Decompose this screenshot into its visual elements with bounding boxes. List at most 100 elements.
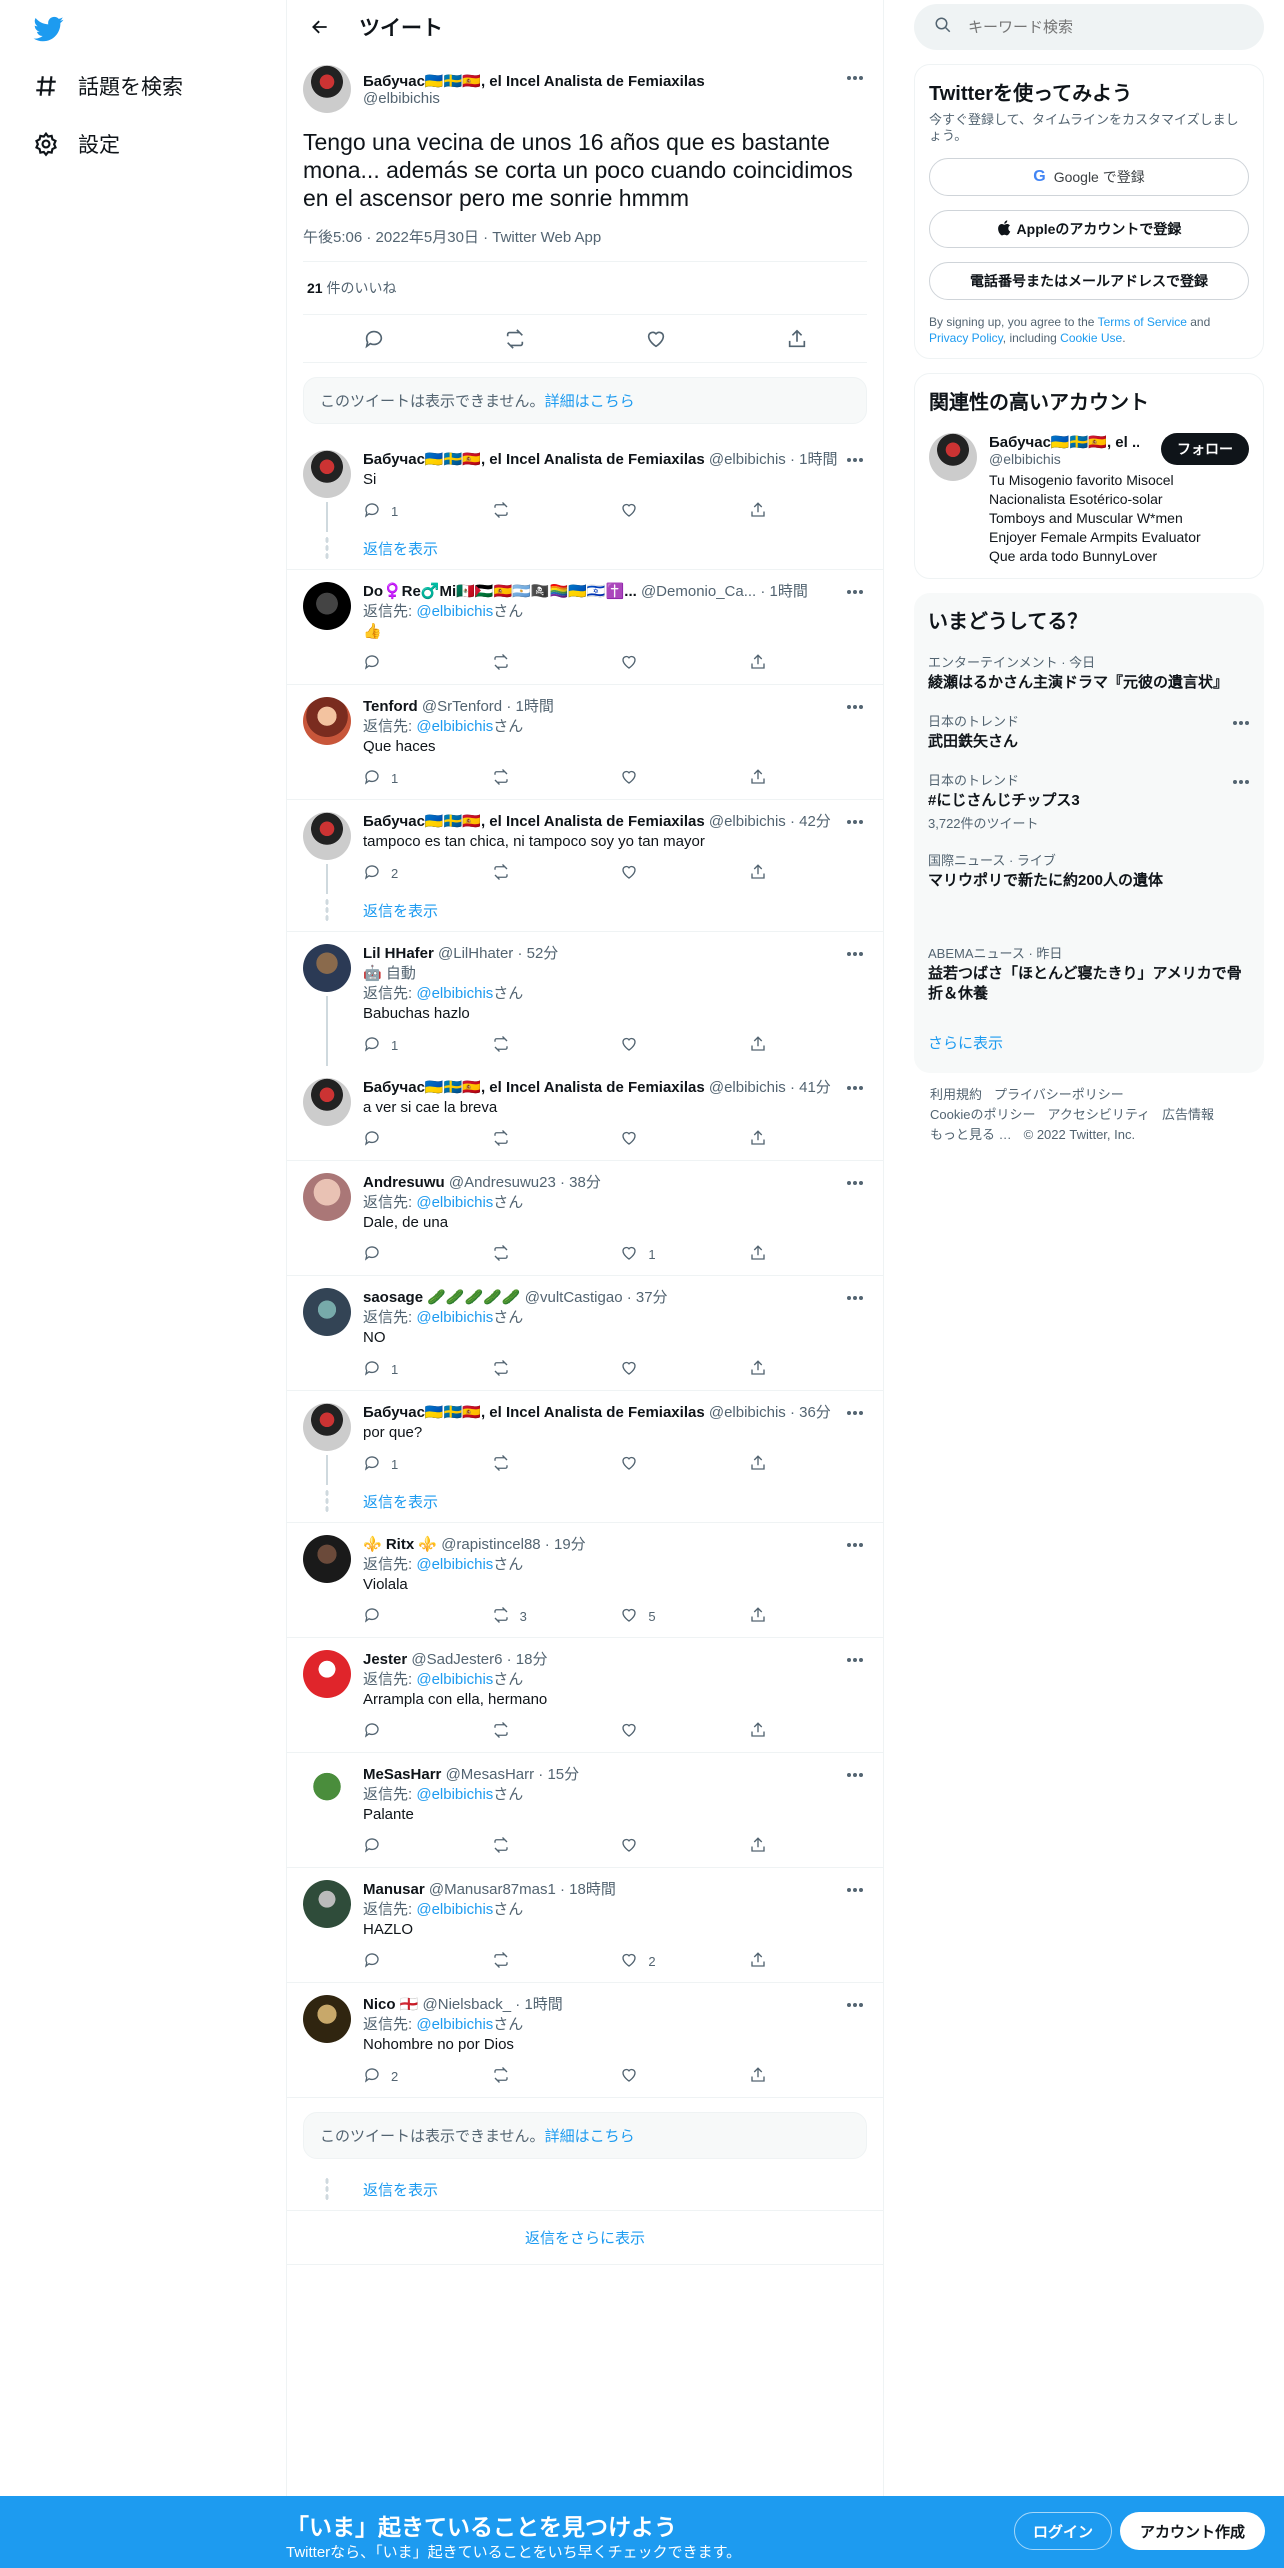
share-button[interactable]	[749, 1359, 789, 1380]
more-options-icon[interactable]	[843, 1535, 867, 1555]
author-name[interactable]: Manusar	[363, 1881, 425, 1898]
more-options-icon[interactable]	[843, 944, 867, 964]
search-bar[interactable]	[914, 4, 1264, 50]
reply-to-handle[interactable]: @elbibichis	[416, 1194, 493, 1211]
reply-tweet[interactable]: ⚜️ Ritx ⚜️ @rapistincel88 · 19分 返信先: @elb…	[287, 1523, 883, 1638]
reply-button[interactable]: 1	[363, 1359, 403, 1380]
author-handle-time[interactable]: @LilHhater · 52分	[438, 945, 558, 962]
more-options-icon[interactable]	[843, 812, 867, 832]
reply-tweet[interactable]: Andresuwu @Andresuwu23 · 38分 返信先: @elbibi…	[287, 1161, 883, 1276]
avatar[interactable]	[303, 1650, 351, 1698]
share-button[interactable]	[749, 863, 789, 884]
search-input[interactable]	[968, 18, 1228, 36]
retweet-icon[interactable]	[503, 327, 527, 351]
retweet-button[interactable]: 3	[492, 1606, 532, 1627]
reply-tweet[interactable]: Tenford @SrTenford · 1時間 返信先: @elbibichis…	[287, 685, 883, 800]
avatar[interactable]	[303, 450, 351, 498]
nav-settings[interactable]: 設定	[32, 124, 120, 164]
author-handle-time[interactable]: @elbibichis · 1時間	[709, 451, 838, 468]
reply-tweet[interactable]: Lil HHafer @LilHhater · 52分 🤖 自動 返信先: @elb…	[287, 932, 883, 1066]
like-button[interactable]	[620, 1035, 660, 1056]
reply-to-handle[interactable]: @elbibichis	[416, 985, 493, 1002]
phone-email-signup-button[interactable]: 電話番号またはメールアドレスで登録	[929, 262, 1249, 300]
twitter-logo-icon[interactable]	[32, 14, 66, 44]
retweet-button[interactable]	[492, 1244, 532, 1265]
like-button[interactable]	[620, 1454, 660, 1475]
more-options-icon[interactable]	[843, 1173, 867, 1193]
author-name[interactable]: Nico 🏴󠁧󠁢󠁥󠁮󠁧󠁿	[363, 1996, 418, 2013]
retweet-button[interactable]	[492, 1454, 532, 1475]
footer-link[interactable]: © 2022 Twitter, Inc.	[1024, 1127, 1135, 1142]
reply-icon[interactable]	[362, 327, 386, 351]
reply-to-handle[interactable]: @elbibichis	[416, 1671, 493, 1688]
author-name[interactable]: Бабучас🇺🇦🇸🇪🇪🇸, el Incel Analista de Femi…	[363, 1079, 705, 1096]
author-name[interactable]: ⚜️ Ritx ⚜️	[363, 1536, 437, 1553]
share-button[interactable]	[749, 1035, 789, 1056]
share-button[interactable]	[749, 1244, 789, 1265]
privacy-policy-link[interactable]: Privacy Policy	[929, 331, 1003, 345]
like-button[interactable]: 1	[620, 1244, 660, 1265]
author-name[interactable]: saosage 🥒🥒🥒🥒🥒	[363, 1289, 521, 1306]
reply-button[interactable]	[363, 1721, 403, 1742]
trend-item[interactable]: 国際ニュース · ライブ マリウポリで新たに約200人の遺体	[928, 850, 1250, 891]
reply-tweet[interactable]: Nico 🏴󠁧󠁢󠁥󠁮󠁧󠁿 @Nielsback_ · 1時間 返信先: @elbi…	[287, 1983, 883, 2098]
trend-item[interactable]: エンターテインメント · 今日 綾瀬はるかさん主演ドラマ『元彼の遺言状』	[928, 652, 1250, 693]
share-button[interactable]	[749, 1951, 789, 1972]
more-options-icon[interactable]	[843, 1288, 867, 1308]
avatar[interactable]	[303, 1078, 351, 1126]
author-handle-time[interactable]: @SadJester6 · 18分	[411, 1651, 547, 1668]
like-icon[interactable]	[644, 327, 668, 351]
share-button[interactable]	[749, 2066, 789, 2087]
like-button[interactable]	[620, 1721, 660, 1742]
trend-item[interactable]: 日本のトレンド 武田鉄矢さん	[928, 711, 1250, 752]
more-options-icon[interactable]	[843, 1995, 867, 2015]
footer-link[interactable]: 広告情報	[1162, 1107, 1214, 1122]
retweet-button[interactable]	[492, 863, 532, 884]
reply-button[interactable]	[363, 1606, 403, 1627]
learn-more-link[interactable]: 詳細はこちら	[545, 393, 635, 410]
reply-tweet[interactable]: Do♀️Re♂️Mi🇲🇽🇵🇸🇪🇸🇦🇷🏴‍☠️🏳️‍🌈🇺🇦🇮🇱✝️... @Dem…	[287, 570, 883, 685]
more-options-icon[interactable]	[843, 1403, 867, 1423]
more-options-icon[interactable]	[843, 697, 867, 717]
avatar[interactable]	[303, 1403, 351, 1451]
author-handle-time[interactable]: @Demonio_Ca... · 1時間	[641, 583, 808, 600]
author-handle-time[interactable]: @Andresuwu23 · 38分	[449, 1174, 601, 1191]
trends-show-more[interactable]: さらに表示	[928, 1032, 1250, 1053]
retweet-button[interactable]	[492, 2066, 532, 2087]
tweet-meta[interactable]: 午後5:06 · 2022年5月30日 · Twitter Web App	[303, 226, 867, 262]
apple-signup-button[interactable]: Appleのアカウントで登録	[929, 210, 1249, 248]
trend-item[interactable]: 日本のトレンド #にじさんじチップス3 3,722件のツイート	[928, 770, 1250, 832]
reply-to-handle[interactable]: @elbibichis	[416, 1556, 493, 1573]
like-button[interactable]: 5	[620, 1606, 660, 1627]
footer-link[interactable]: もっと見る …	[930, 1127, 1012, 1142]
retweet-button[interactable]	[492, 501, 532, 522]
author-name[interactable]: Lil HHafer	[363, 945, 434, 962]
reply-button[interactable]	[363, 653, 403, 674]
reply-tweet[interactable]: Manusar @Manusar87mas1 · 18時間 返信先: @elbib…	[287, 1868, 883, 1983]
share-button[interactable]	[749, 501, 789, 522]
nav-explore[interactable]: 話題を検索	[32, 66, 183, 106]
footer-link[interactable]: プライバシーポリシー	[994, 1087, 1124, 1102]
retweet-button[interactable]	[492, 1951, 532, 1972]
likes-summary[interactable]: 21 件のいいね	[303, 262, 867, 315]
author-handle[interactable]: @elbibichis	[363, 90, 705, 107]
reply-to-handle[interactable]: @elbibichis	[416, 603, 493, 620]
avatar[interactable]	[303, 1995, 351, 2043]
share-button[interactable]	[749, 1836, 789, 1857]
avatar[interactable]	[303, 1173, 351, 1221]
reply-to-handle[interactable]: @elbibichis	[416, 1309, 493, 1326]
author-name[interactable]: Do♀️Re♂️Mi🇲🇽🇵🇸🇪🇸🇦🇷🏴‍☠️🏳️‍🌈🇺🇦🇮🇱✝️...	[363, 583, 637, 600]
create-account-button[interactable]: アカウント作成	[1120, 2512, 1266, 2550]
reply-tweet[interactable]: MeSasHarr @MesasHarr · 15分 返信先: @elbibich…	[287, 1753, 883, 1868]
reply-tweet[interactable]: Jester @SadJester6 · 18分 返信先: @elbibichis…	[287, 1638, 883, 1753]
avatar[interactable]	[303, 1288, 351, 1336]
like-button[interactable]	[620, 1129, 660, 1150]
like-button[interactable]	[620, 1359, 660, 1380]
author-name[interactable]: Jester	[363, 1651, 407, 1668]
author-handle-time[interactable]: @elbibichis · 41分	[709, 1079, 831, 1096]
back-arrow-icon[interactable]	[303, 10, 337, 44]
author-handle-time[interactable]: @Nielsback_ · 1時間	[423, 1996, 563, 2013]
share-button[interactable]	[749, 1129, 789, 1150]
reply-button[interactable]	[363, 1951, 403, 1972]
author-handle-time[interactable]: @vultCastigao · 37分	[525, 1289, 668, 1306]
